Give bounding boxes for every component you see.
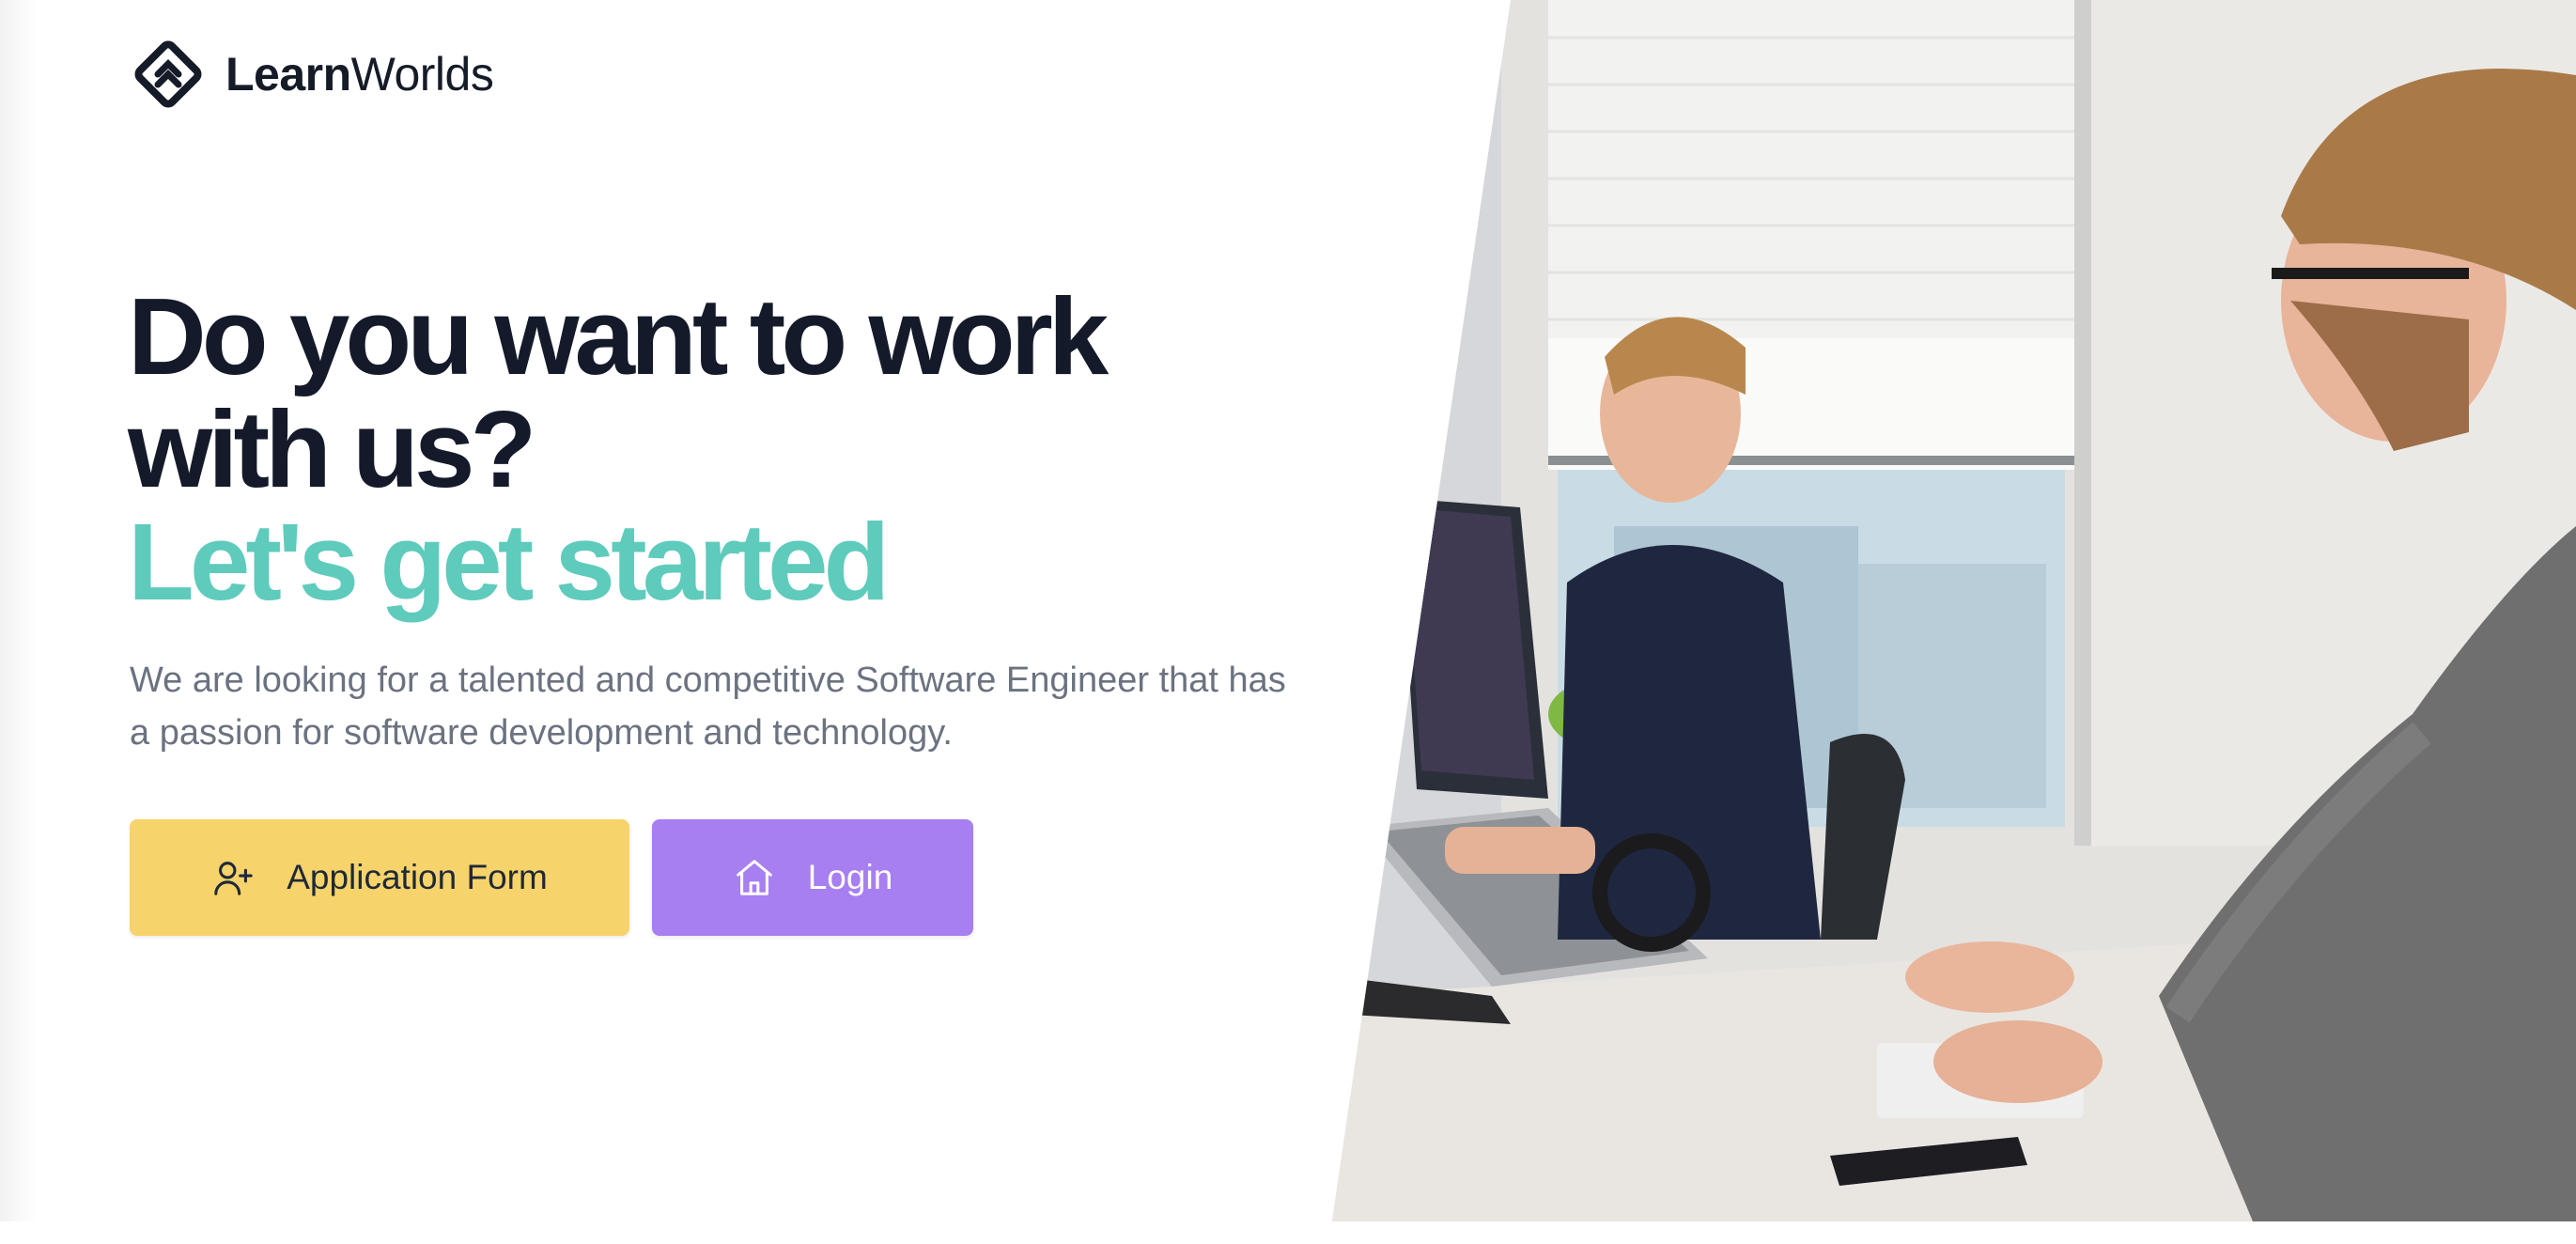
brand-name: LearnWorlds — [225, 47, 494, 101]
hero-description: We are looking for a talented and compet… — [130, 661, 1286, 753]
login-button[interactable]: Login — [652, 819, 973, 936]
brand-name-bold: Learn — [225, 48, 351, 101]
headline-accent: Let's get started — [128, 501, 890, 623]
headline-line-2: with us? — [128, 388, 536, 510]
hero-headline: Do you want to work with us? Let's get s… — [128, 280, 1349, 618]
office-photo-illustration — [1332, 0, 2576, 1221]
home-icon — [736, 860, 772, 895]
brand-logo[interactable]: LearnWorlds — [130, 36, 494, 113]
landing-page: LearnWorlds Do you want to work with us?… — [0, 0, 2576, 1244]
brand-name-light: Worlds — [350, 48, 494, 101]
application-form-button[interactable]: Application Form — [130, 819, 629, 936]
hero-office-photo — [1332, 0, 2576, 1221]
left-edge-shade — [0, 0, 38, 1221]
user-plus-icon — [214, 862, 253, 895]
application-form-label: Application Form — [287, 858, 548, 896]
login-label: Login — [807, 858, 893, 896]
headline-line-1: Do you want to work — [128, 275, 1109, 397]
learnworlds-logo-icon — [134, 40, 202, 108]
